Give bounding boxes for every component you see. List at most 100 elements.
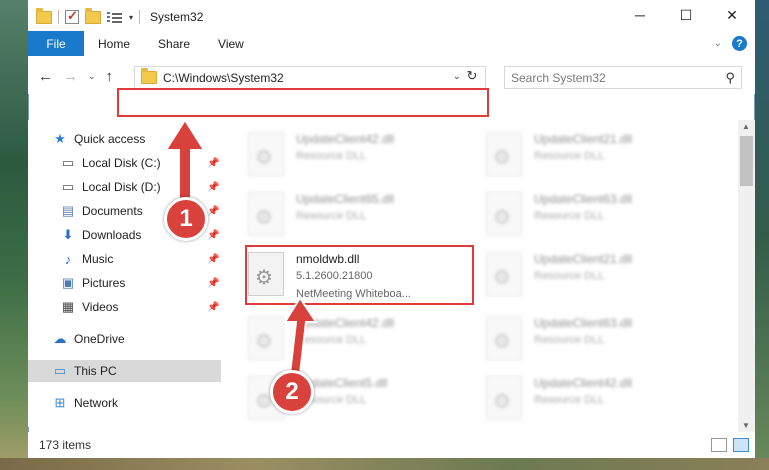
search-placeholder: Search System32	[511, 70, 606, 85]
nav-item-label: Network	[74, 396, 119, 410]
file-name: UpdateClient63.dll	[534, 192, 633, 206]
file-description: Resource DLL	[534, 334, 605, 346]
file-name: UpdateClient65.dll	[296, 192, 395, 206]
nav-item-music[interactable]: ♪ Music 📌	[28, 248, 221, 270]
scroll-up-icon[interactable]: ▲	[742, 122, 750, 131]
nav-item-pictures[interactable]: ▣ Pictures 📌	[28, 272, 221, 294]
properties-check-icon[interactable]	[65, 8, 79, 24]
dll-file-icon	[486, 132, 522, 176]
callout-badge-1: 1	[164, 197, 208, 241]
address-path[interactable]: C:\Windows\System32	[163, 71, 284, 85]
file-name: UpdateClient42.dll	[296, 132, 395, 146]
details-view-icon[interactable]	[711, 438, 727, 452]
forward-arrow-icon[interactable]: →	[63, 68, 78, 85]
nav-item-onedrive[interactable]: ☁ OneDrive	[28, 328, 221, 350]
toolbar-divider	[139, 10, 141, 24]
help-icon[interactable]: ?	[732, 36, 747, 51]
star-icon: ★	[54, 131, 66, 146]
nav-item-network[interactable]: ⊞ Network	[28, 392, 221, 414]
recent-locations-chevron-icon[interactable]: ⌄	[88, 71, 96, 82]
refresh-icon[interactable]: ↻	[463, 68, 481, 87]
toolbar-divider	[58, 10, 59, 24]
pictures-icon: ▣	[61, 275, 75, 290]
nav-item-label: This PC	[74, 364, 117, 378]
callout-badge-2: 2	[270, 370, 314, 414]
file-item[interactable]: UpdateClient5.dll Resource DLL	[224, 366, 454, 426]
file-description: Resource DLL	[534, 270, 605, 282]
file-item[interactable]: UpdateClient42.dll Resource DLL	[462, 366, 692, 426]
drive-icon: ▭	[61, 155, 75, 170]
nav-item-this-pc[interactable]: ▭ This PC	[28, 360, 221, 382]
expand-ribbon-chevron-icon[interactable]: ⌄	[714, 38, 722, 49]
computer-icon: ▭	[53, 363, 67, 378]
file-item[interactable]: UpdateClient63.dll Resource DLL	[462, 182, 692, 242]
file-item[interactable]: UpdateClient21.dll Resource DLL	[462, 242, 692, 302]
back-arrow-icon[interactable]: ←	[38, 68, 53, 85]
tab-view[interactable]: View	[204, 31, 258, 56]
search-input[interactable]: Search System32 ⚲	[504, 66, 742, 89]
pin-icon[interactable]: 📌	[207, 230, 219, 241]
item-count: 173 items	[39, 438, 92, 452]
large-icons-view-icon[interactable]	[733, 438, 749, 452]
arrow-up-to-file-icon	[283, 296, 318, 375]
tab-file[interactable]: File	[28, 31, 84, 56]
scroll-down-icon[interactable]: ▼	[742, 421, 750, 430]
up-arrow-icon[interactable]: ↑	[106, 68, 114, 85]
address-folder-icon	[141, 68, 157, 84]
maximize-button[interactable]: ☐	[663, 0, 709, 30]
file-item[interactable]: UpdateClient42.dll Resource DLL	[224, 306, 454, 366]
status-bar: 173 items	[28, 432, 755, 458]
ribbon-right-controls: ⌄ ?	[714, 36, 747, 51]
vertical-scrollbar[interactable]: ▲ ▼	[738, 120, 755, 432]
tab-share[interactable]: Share	[144, 31, 204, 56]
nav-item-label: Quick access	[74, 132, 146, 146]
tab-home[interactable]: Home	[84, 31, 144, 56]
dll-file-icon	[486, 252, 522, 296]
address-bar[interactable]: C:\Windows\System32 ⌄ ↻	[134, 66, 486, 89]
address-bar-highlight	[117, 88, 489, 117]
scrollbar-thumb[interactable]	[740, 136, 753, 186]
cloud-icon: ☁	[53, 331, 67, 346]
file-description: Resource DLL	[296, 150, 367, 162]
file-item[interactable]: UpdateClient42.dll Resource DLL	[224, 122, 454, 182]
file-item[interactable]: UpdateClient21.dll Resource DLL	[462, 122, 692, 182]
music-icon: ♪	[64, 251, 72, 267]
window-controls: ─ ☐ ✕	[617, 0, 755, 30]
videos-icon: ▦	[61, 299, 75, 314]
new-folder-icon[interactable]	[85, 7, 101, 24]
file-description: Resource DLL	[534, 150, 605, 162]
nav-item-label: Pictures	[82, 276, 126, 290]
dll-file-icon	[486, 192, 522, 236]
pin-icon[interactable]: 📌	[207, 302, 219, 313]
nav-item-label: Documents	[82, 204, 143, 218]
file-description: Resource DLL	[296, 210, 367, 222]
dll-file-icon	[486, 316, 522, 360]
file-item[interactable]: UpdateClient63.dll Resource DLL	[462, 306, 692, 366]
folder-icon[interactable]	[36, 7, 52, 24]
file-name: UpdateClient63.dll	[534, 316, 633, 330]
file-description: Resource DLL	[534, 210, 605, 222]
close-button[interactable]: ✕	[709, 0, 755, 30]
ribbon-tabs: File Home Share View	[28, 31, 755, 56]
nav-item-videos[interactable]: ▦ Videos 📌	[28, 296, 221, 318]
dll-file-icon	[248, 132, 284, 176]
minimize-button[interactable]: ─	[617, 0, 663, 30]
file-name: UpdateClient21.dll	[534, 132, 633, 146]
pin-icon[interactable]: 📌	[207, 254, 219, 265]
desktop-background-bottom	[0, 458, 769, 470]
desktop-background-right	[755, 0, 769, 470]
view-toggle	[711, 438, 749, 452]
properties-icon[interactable]	[107, 11, 123, 24]
nav-item-label: Local Disk (C:)	[82, 156, 161, 170]
dll-file-icon	[248, 192, 284, 236]
file-item[interactable]: UpdateClient65.dll Resource DLL	[224, 182, 454, 242]
nav-item-label: Videos	[82, 300, 119, 314]
file-name: UpdateClient42.dll	[534, 376, 633, 390]
window-header: ▾ System32 ─ ☐ ✕ File Home Share View ⌄ …	[28, 0, 755, 62]
search-icon[interactable]: ⚲	[725, 70, 735, 86]
file-description: Resource DLL	[534, 394, 605, 406]
pin-icon[interactable]: 📌	[207, 278, 219, 289]
dll-file-icon	[486, 376, 522, 420]
address-dropdown-icon[interactable]: ⌄	[453, 71, 461, 82]
customize-dropdown-icon[interactable]: ▾	[129, 13, 133, 22]
